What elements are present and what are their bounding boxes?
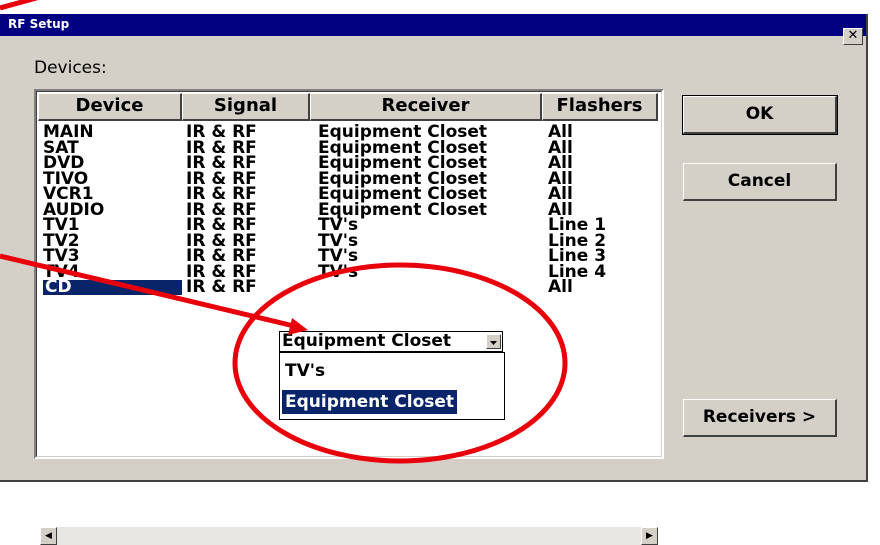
horizontal-scrollbar[interactable]: ◀ ▶: [40, 527, 658, 545]
cancel-button[interactable]: Cancel: [683, 163, 837, 201]
table-row[interactable]: CD IR & RF All: [43, 277, 661, 297]
column-header-flashers[interactable]: Flashers: [542, 93, 658, 121]
title-bar: RF Setup: [0, 14, 866, 36]
column-header-receiver[interactable]: Receiver: [310, 93, 542, 121]
column-header-signal[interactable]: Signal: [182, 93, 310, 121]
cell-flashers: All: [548, 277, 573, 297]
devices-label: Devices:: [34, 58, 107, 78]
cell-device: CD: [43, 279, 182, 296]
scroll-left-button[interactable]: ◀: [40, 527, 57, 545]
ok-button[interactable]: OK: [682, 95, 838, 135]
cell-signal: IR & RF: [186, 277, 257, 297]
receiver-option-equipment-closet[interactable]: Equipment Closet: [282, 390, 458, 414]
scroll-right-button[interactable]: ▶: [641, 527, 658, 545]
receiver-option-tvs[interactable]: TV's: [282, 359, 328, 383]
window-title: RF Setup: [8, 17, 70, 31]
receiver-dropdown-button[interactable]: [486, 334, 501, 349]
receiver-dropdown-list[interactable]: TV's Equipment Closet: [279, 352, 505, 420]
cell-receiver: TV's: [318, 261, 359, 282]
close-button[interactable]: ✕: [843, 28, 863, 45]
receiver-combobox-value: Equipment Closet: [282, 331, 452, 351]
chevron-down-icon: [490, 341, 497, 345]
arrow-right-icon: ▶: [646, 531, 653, 541]
receivers-button[interactable]: Receivers >: [683, 399, 837, 437]
arrow-left-icon: ◀: [45, 531, 52, 541]
close-icon: ✕: [847, 28, 859, 43]
receiver-combobox[interactable]: Equipment Closet: [279, 331, 503, 352]
annotation-arrow-top: [0, 0, 39, 11]
column-header-device[interactable]: Device: [38, 93, 182, 121]
device-rows: MAIN IR & RF Equipment Closet All SAT IR & RF…: [43, 124, 661, 297]
